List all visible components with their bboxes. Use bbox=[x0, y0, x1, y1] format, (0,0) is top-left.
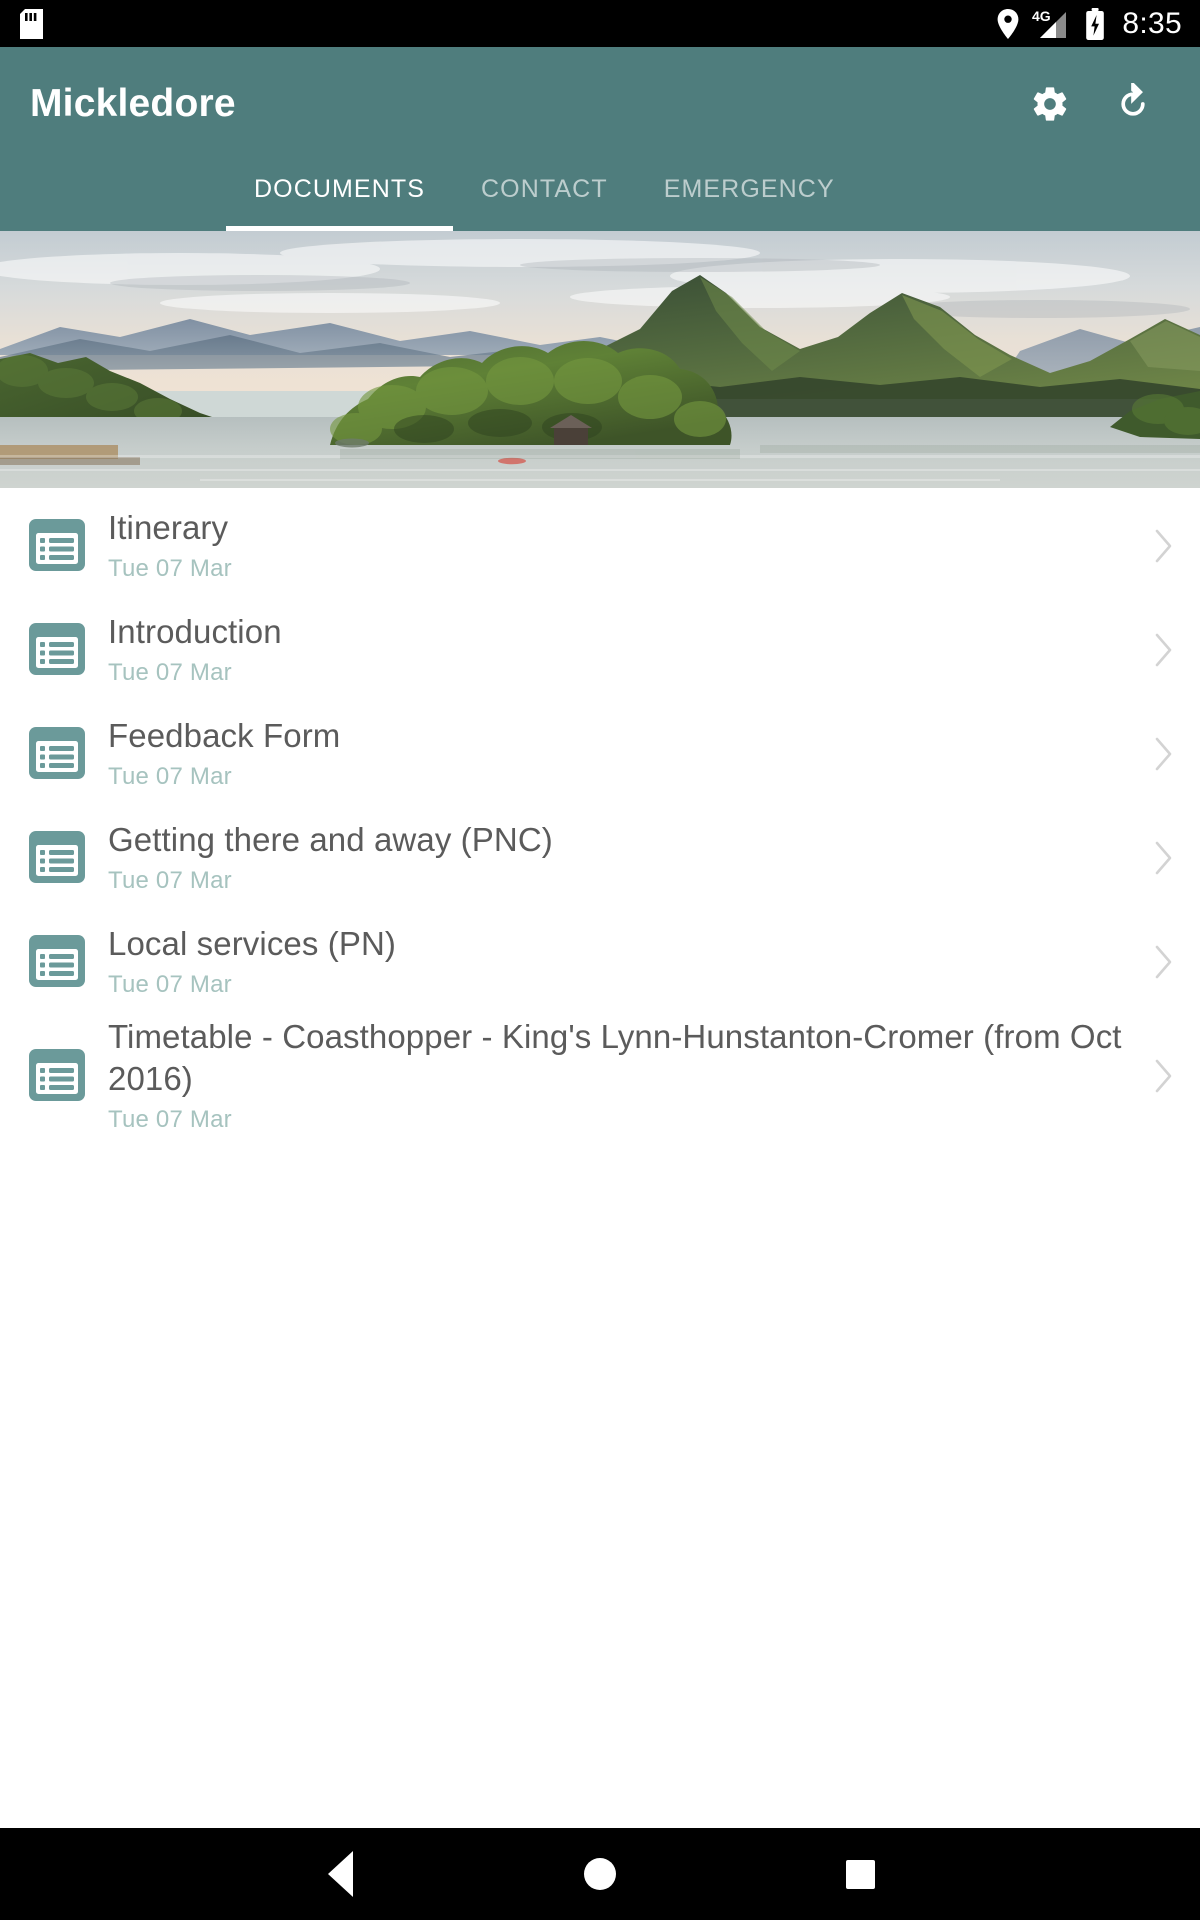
chevron-right-icon[interactable] bbox=[1150, 526, 1178, 566]
list-item-title: Introduction bbox=[108, 612, 282, 650]
hero-illustration bbox=[0, 231, 1200, 488]
tab-bar: DOCUMENTS CONTACT EMERGENCY bbox=[0, 161, 1200, 231]
list-item-title: Timetable - Coasthopper - King's Lynn-Hu… bbox=[108, 1017, 1122, 1097]
list-item[interactable]: Introduction Tue 07 Mar bbox=[0, 598, 1200, 702]
document-list-icon bbox=[28, 621, 86, 679]
phone-screen: 4G 8:35 Mickledore DOCUMENTS CONTACT EME… bbox=[0, 0, 1200, 1920]
tab-emergency[interactable]: EMERGENCY bbox=[636, 161, 863, 231]
chevron-right-icon[interactable] bbox=[1150, 942, 1178, 982]
status-bar-left-icons bbox=[20, 8, 43, 39]
list-item-text: Itinerary Tue 07 Mar bbox=[108, 507, 1150, 586]
chevron-right-icon[interactable] bbox=[1150, 838, 1178, 878]
list-item[interactable]: Timetable - Coasthopper - King's Lynn-Hu… bbox=[0, 1014, 1200, 1138]
list-item[interactable]: Local services (PN) Tue 07 Mar bbox=[0, 910, 1200, 1014]
list-item-text: Feedback Form Tue 07 Mar bbox=[108, 715, 1150, 794]
list-item-text: Local services (PN) Tue 07 Mar bbox=[108, 923, 1150, 1002]
refresh-button[interactable] bbox=[1112, 83, 1154, 125]
document-list-icon bbox=[28, 829, 86, 887]
list-item-date: Tue 07 Mar bbox=[108, 866, 232, 894]
triangle-back-icon bbox=[327, 1851, 353, 1897]
list-item-date: Tue 07 Mar bbox=[108, 1105, 232, 1133]
svg-text:4G: 4G bbox=[1032, 8, 1051, 24]
app-bar-top-row: Mickledore bbox=[0, 47, 1200, 161]
document-list-icon bbox=[28, 1047, 86, 1105]
document-list-icon bbox=[28, 933, 86, 991]
nav-recents-button[interactable] bbox=[730, 1828, 990, 1920]
document-list-icon bbox=[28, 725, 86, 783]
document-list-icon bbox=[28, 517, 86, 575]
list-item-text: Getting there and away (PNC) Tue 07 Mar bbox=[108, 819, 1150, 898]
sd-card-icon bbox=[20, 8, 43, 39]
chevron-right-icon[interactable] bbox=[1150, 734, 1178, 774]
list-item-title: Feedback Form bbox=[108, 716, 341, 754]
settings-gear-button[interactable] bbox=[1030, 84, 1070, 124]
list-item-title: Getting there and away (PNC) bbox=[108, 820, 553, 858]
app-bar: Mickledore DOCUMENTS CONTACT EMERGENCY bbox=[0, 47, 1200, 231]
gear-icon bbox=[1030, 84, 1070, 124]
list-item-date: Tue 07 Mar bbox=[108, 970, 232, 998]
square-recents-icon bbox=[845, 1859, 875, 1889]
list-item[interactable]: Feedback Form Tue 07 Mar bbox=[0, 702, 1200, 806]
list-item-date: Tue 07 Mar bbox=[108, 658, 232, 686]
chevron-right-icon[interactable] bbox=[1150, 1056, 1178, 1096]
network-4g-icon: 4G bbox=[1032, 8, 1072, 40]
status-bar-clock: 8:35 bbox=[1122, 6, 1182, 40]
circle-home-icon bbox=[584, 1858, 616, 1890]
chevron-right-icon[interactable] bbox=[1150, 630, 1178, 670]
list-item-text: Introduction Tue 07 Mar bbox=[108, 611, 1150, 690]
status-bar: 4G 8:35 bbox=[0, 0, 1200, 47]
nav-home-button[interactable] bbox=[470, 1828, 730, 1920]
list-item-date: Tue 07 Mar bbox=[108, 554, 232, 582]
tab-documents-label: DOCUMENTS bbox=[254, 175, 426, 203]
nav-back-button[interactable] bbox=[210, 1828, 470, 1920]
system-navigation-bar bbox=[0, 1828, 1200, 1920]
list-item-text: Timetable - Coasthopper - King's Lynn-Hu… bbox=[108, 1016, 1150, 1137]
tab-contact-label: CONTACT bbox=[481, 175, 608, 203]
refresh-icon bbox=[1112, 83, 1154, 125]
list-item[interactable]: Itinerary Tue 07 Mar bbox=[0, 494, 1200, 598]
app-bar-actions bbox=[1030, 83, 1172, 125]
list-item-title: Local services (PN) bbox=[108, 924, 396, 962]
page-title: Mickledore bbox=[30, 82, 236, 125]
battery-charging-icon bbox=[1085, 7, 1105, 40]
list-item[interactable]: Getting there and away (PNC) Tue 07 Mar bbox=[0, 806, 1200, 910]
location-pin-icon bbox=[997, 8, 1019, 39]
list-item-title: Itinerary bbox=[108, 508, 229, 546]
tab-contact[interactable]: CONTACT bbox=[453, 161, 636, 231]
list-item-date: Tue 07 Mar bbox=[108, 762, 232, 790]
status-bar-right-icons: 4G 8:35 bbox=[997, 7, 1182, 41]
tab-documents[interactable]: DOCUMENTS bbox=[226, 161, 454, 231]
tab-emergency-label: EMERGENCY bbox=[663, 175, 835, 203]
hero-banner-image bbox=[0, 231, 1200, 488]
documents-list: Itinerary Tue 07 Mar Introduction Tue 07… bbox=[0, 488, 1200, 1138]
